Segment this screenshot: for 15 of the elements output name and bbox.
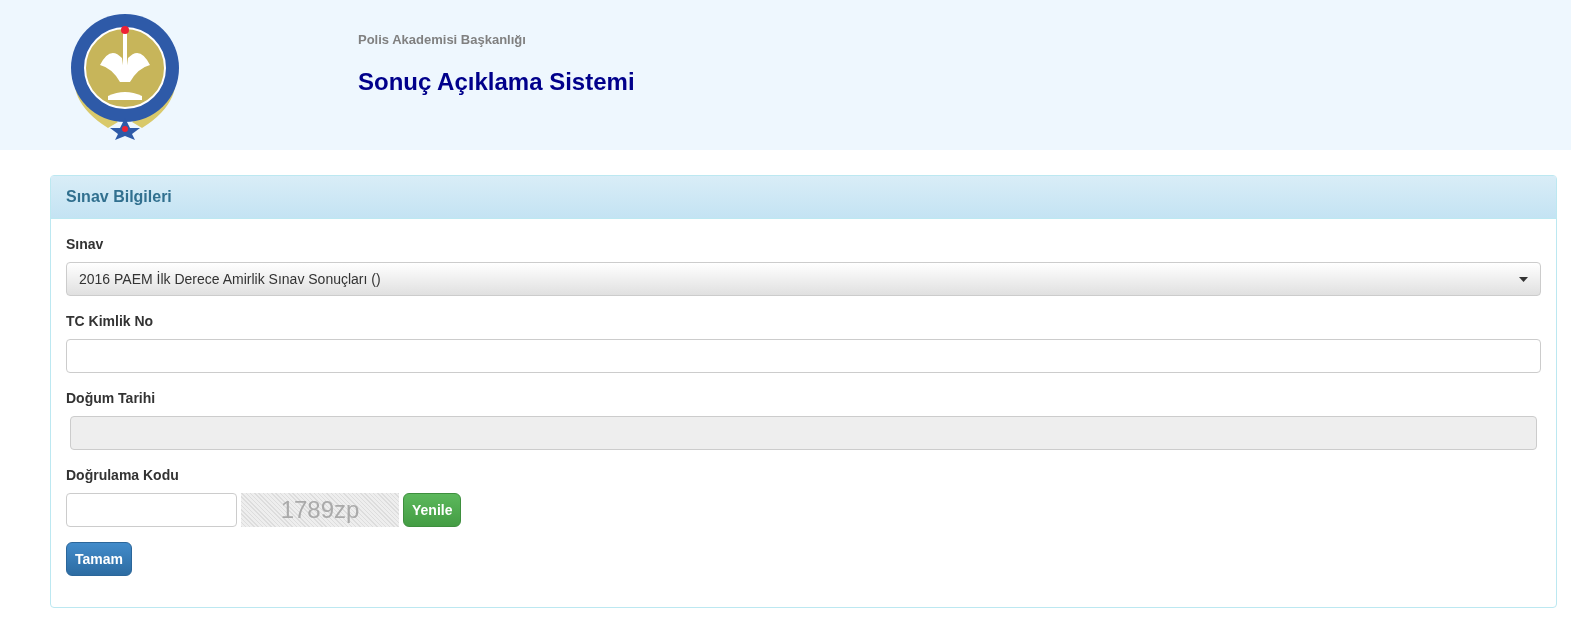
caret-icon (1519, 276, 1528, 282)
panel-title: Sınav Bilgileri (66, 188, 172, 205)
select-value: 2016 PAEM İlk Derece Amirlik Sınav Sonuçları () (79, 269, 381, 289)
field-label: Sınav (66, 235, 104, 254)
field-label: Doğrulama Kodu (66, 466, 179, 485)
captcha-image: 1789zp (241, 493, 399, 527)
input-field[interactable] (66, 339, 1541, 373)
subtitle: Polis Akademisi Başkanlığı (358, 31, 527, 49)
field-label: Doğum Tarihi (66, 389, 156, 408)
page-title: Sonuç Açıklama Sistemi (358, 66, 635, 97)
refresh-button[interactable]: Yenile (403, 493, 462, 527)
input-field[interactable] (66, 493, 237, 527)
select-field[interactable]: 2016 PAEM İlk Derece Amirlik Sınav Sonuçları () (66, 262, 1541, 296)
submit-button[interactable]: Tamam (66, 542, 132, 576)
field-label: TC Kimlik No (66, 312, 154, 331)
